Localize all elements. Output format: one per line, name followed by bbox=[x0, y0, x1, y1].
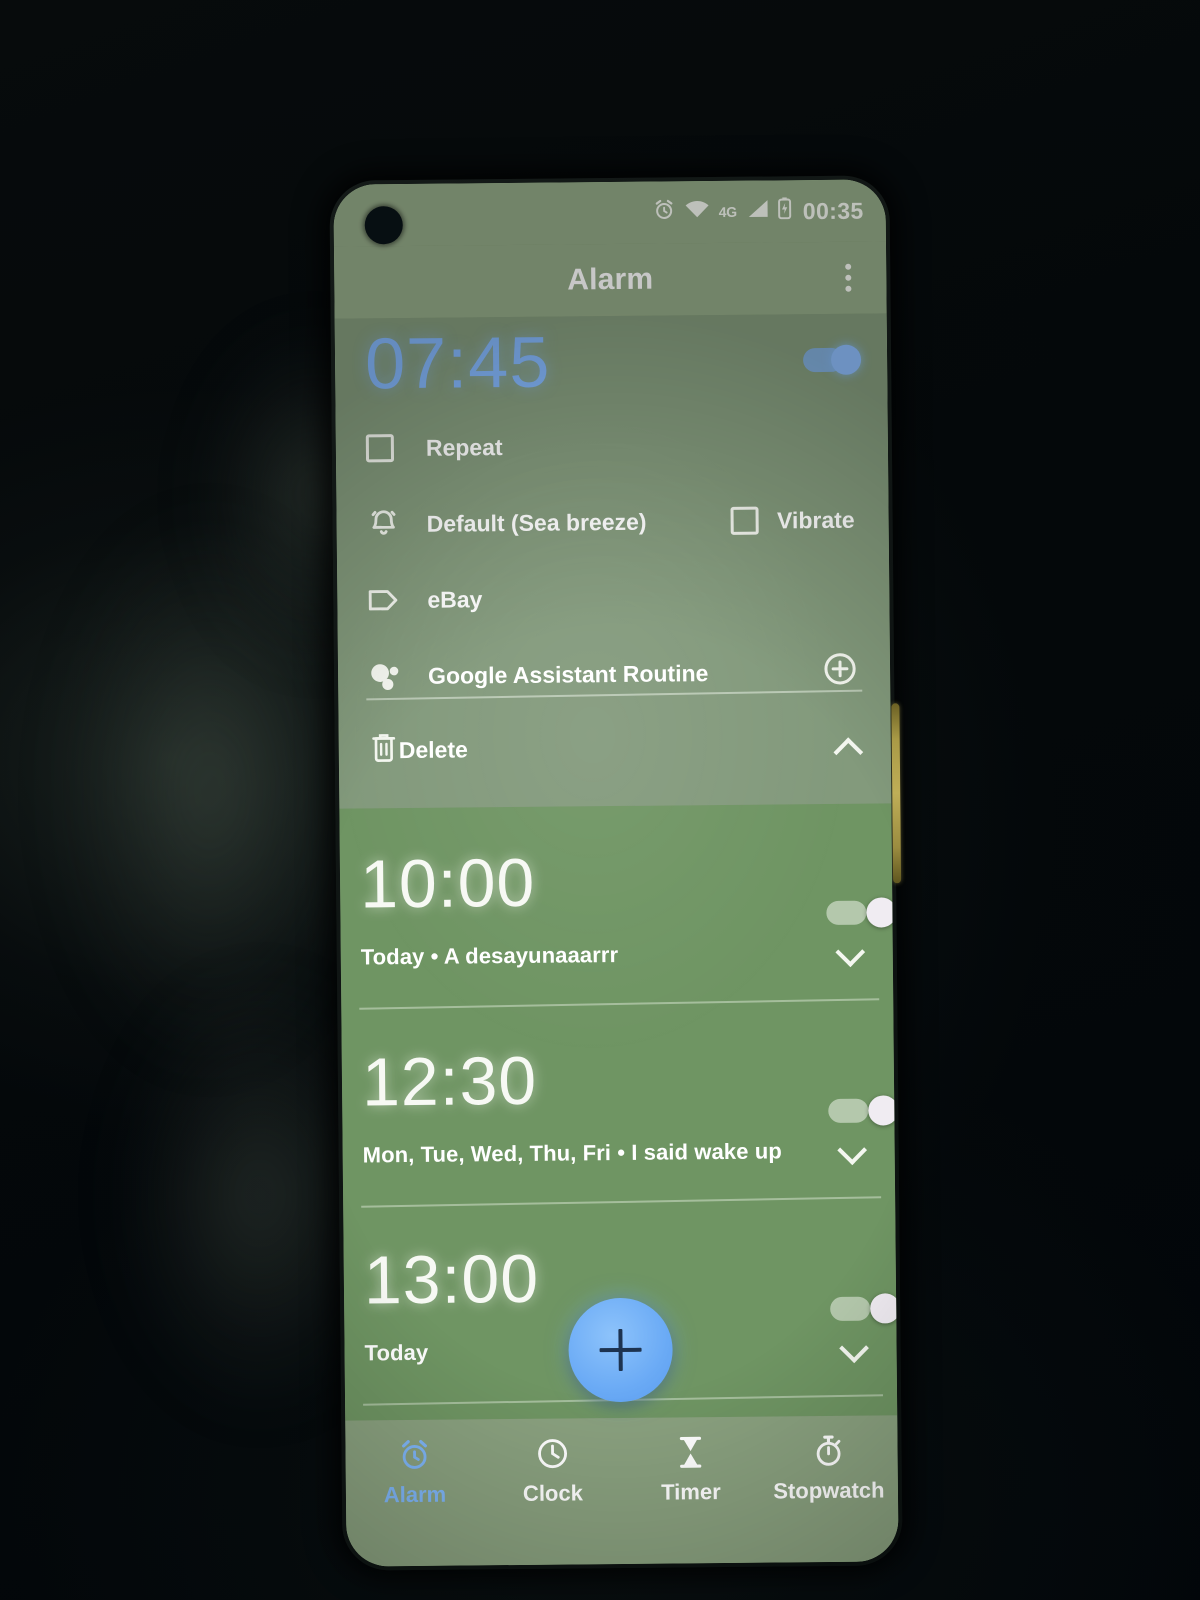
photo-scene: 4G 00:35 Alarm 07:45 Repeat Default (Sea… bbox=[0, 0, 1200, 1600]
delete-label: Delete bbox=[398, 735, 468, 763]
repeat-checkbox[interactable] bbox=[365, 434, 395, 463]
battery-icon bbox=[778, 197, 792, 225]
expanded-alarm-time[interactable]: 07:45 bbox=[365, 323, 551, 405]
power-button[interactable] bbox=[891, 703, 902, 884]
vibrate-group[interactable]: Vibrate bbox=[730, 506, 863, 535]
tab-timer[interactable]: Timer bbox=[621, 1433, 760, 1506]
alarm-time[interactable]: 10:00 bbox=[360, 845, 536, 923]
dot bbox=[845, 274, 852, 281]
toggle-knob bbox=[870, 1293, 899, 1324]
tab-clock[interactable]: Clock bbox=[483, 1434, 622, 1507]
alarm-time[interactable]: 13:00 bbox=[364, 1241, 540, 1319]
dot bbox=[845, 285, 852, 292]
tab-alarm-label: Alarm bbox=[383, 1481, 447, 1508]
delete-row[interactable]: Delete bbox=[338, 705, 891, 790]
expand-chevron-down-icon[interactable] bbox=[835, 1134, 869, 1168]
ringtone-label: Default (Sea breeze) bbox=[426, 508, 647, 537]
bottom-navigation: Alarm Clock Timer Stopwatch bbox=[345, 1415, 899, 1567]
expand-chevron-down-icon[interactable] bbox=[836, 1332, 870, 1366]
clock-icon bbox=[533, 1434, 571, 1472]
alarm-subtitle: Today bbox=[364, 1339, 429, 1366]
tab-clock-label: Clock bbox=[522, 1480, 584, 1506]
ringtone-row[interactable]: Default (Sea breeze) Vibrate bbox=[336, 481, 889, 562]
expanded-alarm-card[interactable]: 07:45 Repeat Default (Sea breeze) Vibrat… bbox=[334, 313, 892, 809]
alarm-row-top: 10:00 bbox=[359, 804, 897, 928]
toggle-track bbox=[826, 900, 867, 925]
alarm-list-item[interactable]: 10:00 Today • A desayunaaarrr bbox=[339, 803, 897, 1009]
assistant-routine-label: Google Assistant Routine bbox=[427, 659, 709, 689]
front-camera bbox=[364, 206, 403, 245]
alarm-list-item[interactable]: 12:30 Mon, Tue, Wed, Thu, Fri • I said w… bbox=[341, 1001, 899, 1207]
vibrate-checkbox[interactable] bbox=[730, 506, 760, 535]
toggle-track bbox=[828, 1098, 869, 1123]
toggle-knob bbox=[868, 1095, 899, 1126]
tag-label: eBay bbox=[427, 585, 483, 613]
app-bar: Alarm bbox=[333, 241, 887, 319]
dot bbox=[845, 263, 852, 270]
overflow-menu-icon[interactable] bbox=[828, 252, 868, 304]
page-title: Alarm bbox=[567, 262, 654, 297]
tab-stopwatch-label: Stopwatch bbox=[773, 1477, 885, 1504]
phone-screen: 4G 00:35 Alarm 07:45 Repeat Default (Sea… bbox=[333, 179, 899, 1567]
toggle-knob bbox=[866, 897, 897, 928]
toggle-track bbox=[830, 1296, 871, 1321]
hand-silhouette bbox=[60, 520, 360, 1060]
assistant-routine-row[interactable]: Google Assistant Routine bbox=[338, 633, 891, 714]
collapse-chevron-up-icon[interactable] bbox=[831, 729, 865, 763]
vibrate-label: Vibrate bbox=[776, 506, 855, 533]
alarm-set-icon bbox=[653, 198, 676, 227]
alarm-time[interactable]: 12:30 bbox=[362, 1043, 538, 1121]
stopwatch-icon bbox=[809, 1432, 847, 1470]
wifi-icon bbox=[685, 199, 710, 225]
hourglass-icon bbox=[671, 1433, 709, 1471]
expanded-alarm-header[interactable]: 07:45 bbox=[335, 313, 888, 410]
alarm-row-top: 12:30 bbox=[361, 1002, 899, 1126]
add-routine-button[interactable] bbox=[822, 651, 864, 693]
checkbox-icon[interactable] bbox=[365, 434, 418, 463]
repeat-row[interactable]: Repeat bbox=[336, 405, 889, 486]
repeat-label: Repeat bbox=[425, 433, 503, 461]
alarm-subtitle: Mon, Tue, Wed, Thu, Fri • I said wake up bbox=[362, 1138, 782, 1168]
alarm-row-bottom: Today • A desayunaaarrr bbox=[361, 922, 868, 989]
toggle-knob bbox=[830, 344, 862, 375]
tab-timer-label: Timer bbox=[661, 1479, 721, 1505]
toggle-switch[interactable] bbox=[802, 344, 862, 376]
tab-stopwatch[interactable]: Stopwatch bbox=[759, 1431, 898, 1504]
tag-row[interactable]: eBay bbox=[337, 557, 890, 638]
status-bar-clock: 00:35 bbox=[802, 197, 864, 224]
network-type-label: 4G bbox=[718, 203, 737, 220]
tag-icon bbox=[367, 585, 419, 615]
bell-icon bbox=[366, 507, 418, 541]
add-alarm-fab[interactable] bbox=[568, 1297, 674, 1403]
google-assistant-icon bbox=[368, 659, 420, 693]
alarm-subtitle: Today • A desayunaaarrr bbox=[360, 941, 619, 970]
plus-icon bbox=[599, 1329, 641, 1371]
signal-icon bbox=[746, 199, 769, 225]
tab-alarm[interactable]: Alarm bbox=[345, 1435, 484, 1508]
status-bar: 4G 00:35 bbox=[333, 179, 886, 247]
expand-chevron-down-icon[interactable] bbox=[833, 936, 867, 970]
trash-icon[interactable] bbox=[369, 731, 399, 769]
expanded-alarm-toggle[interactable] bbox=[802, 344, 862, 376]
alarm-clock-icon bbox=[395, 1436, 433, 1474]
alarm-row-bottom: Mon, Tue, Wed, Thu, Fri • I said wake up bbox=[362, 1120, 869, 1187]
phone-device: 4G 00:35 Alarm 07:45 Repeat Default (Sea… bbox=[329, 175, 903, 1571]
